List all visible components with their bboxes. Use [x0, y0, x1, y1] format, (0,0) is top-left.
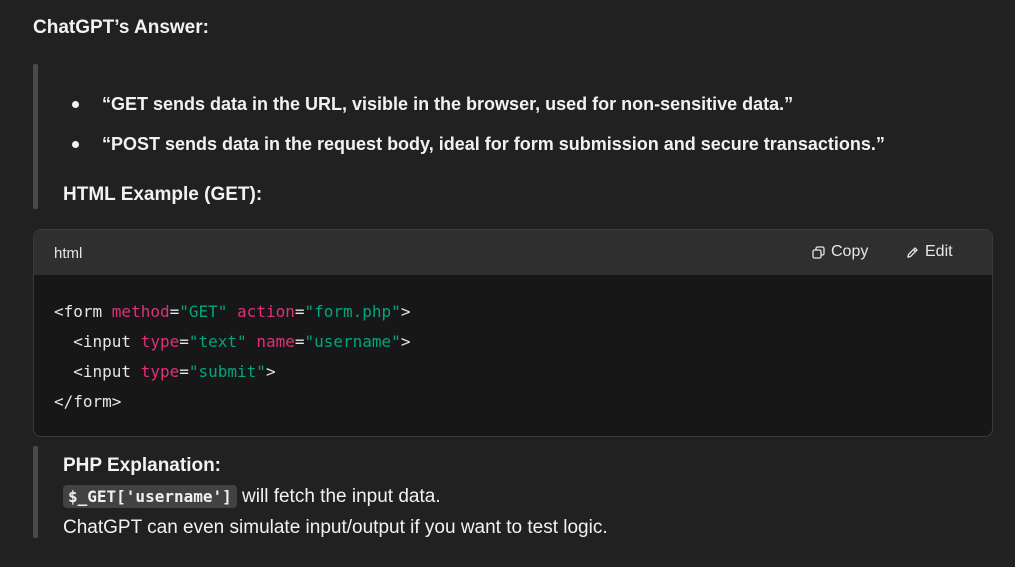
- code-token-str: "username": [304, 332, 401, 351]
- edit-button[interactable]: Edit: [906, 243, 953, 261]
- php-explanation-title: PHP Explanation:: [63, 455, 222, 476]
- php-explanation: PHP Explanation: $_GET['username'] will …: [63, 450, 608, 543]
- code-token-str: "text": [188, 332, 247, 351]
- edit-label: Edit: [925, 243, 953, 260]
- copy-icon: [812, 245, 825, 259]
- code-token-tag: =: [179, 332, 189, 351]
- copy-button[interactable]: Copy: [812, 243, 868, 261]
- code-token-attr: type: [140, 332, 180, 351]
- code-token-tag: >: [400, 332, 411, 351]
- code-line: <input type="submit">: [54, 357, 992, 387]
- answer-heading: ChatGPT’s Answer:: [33, 17, 209, 38]
- code-token-str: "submit": [188, 362, 266, 381]
- code-token-tag: [227, 302, 237, 321]
- code-line: <input type="text" name="username">: [54, 327, 992, 357]
- inline-code: $_GET['username']: [63, 485, 237, 508]
- list-item: “GET sends data in the URL, visible in t…: [72, 90, 885, 118]
- code-block: html Copy Edit <form method="GET" action…: [33, 229, 993, 437]
- code-token-tag: <input: [54, 362, 141, 381]
- code-line: </form>: [54, 387, 992, 417]
- code-token-tag: <form: [54, 302, 112, 321]
- pencil-icon: [906, 246, 919, 259]
- code-token-attr: method: [111, 302, 170, 321]
- code-content: <form method="GET" action="form.php"> <i…: [34, 275, 992, 417]
- bullet-text: “POST sends data in the request body, id…: [102, 134, 885, 154]
- code-token-attr: action: [237, 302, 295, 321]
- bullet-dot: [72, 101, 79, 108]
- code-token-tag: >: [400, 302, 411, 321]
- code-token-tag: =: [179, 362, 189, 381]
- html-example-heading: HTML Example (GET):: [63, 184, 263, 205]
- code-line: <form method="GET" action="form.php">: [54, 297, 992, 327]
- code-token-tag: =: [169, 302, 180, 321]
- list-item: “POST sends data in the request body, id…: [72, 130, 885, 158]
- code-token-attr: name: [256, 332, 295, 351]
- code-token-tag: [247, 332, 257, 351]
- code-language-label: html: [54, 245, 83, 262]
- code-token-tag: >: [265, 362, 276, 381]
- php-explanation-note: ChatGPT can even simulate input/output i…: [63, 517, 608, 538]
- bullet-text: “GET sends data in the URL, visible in t…: [102, 94, 794, 114]
- copy-label: Copy: [831, 243, 869, 260]
- code-token-attr: type: [140, 362, 180, 381]
- bullet-dot: [72, 141, 79, 148]
- blockquote-bar: [33, 64, 38, 209]
- chat-response: ChatGPT’s Answer: “GET sends data in the…: [0, 0, 1015, 567]
- code-token-tag: </form>: [54, 392, 122, 411]
- code-token-str: "GET": [179, 302, 228, 321]
- php-explanation-text: will fetch the input data.: [236, 486, 441, 507]
- code-token-str: "form.php": [304, 302, 401, 321]
- code-header: html Copy Edit: [34, 230, 992, 275]
- php-explanation-line: $_GET['username'] will fetch the input d…: [63, 481, 608, 512]
- code-token-tag: <input: [54, 332, 141, 351]
- blockquote-bar: [33, 446, 38, 538]
- bullet-list: “GET sends data in the URL, visible in t…: [72, 90, 885, 170]
